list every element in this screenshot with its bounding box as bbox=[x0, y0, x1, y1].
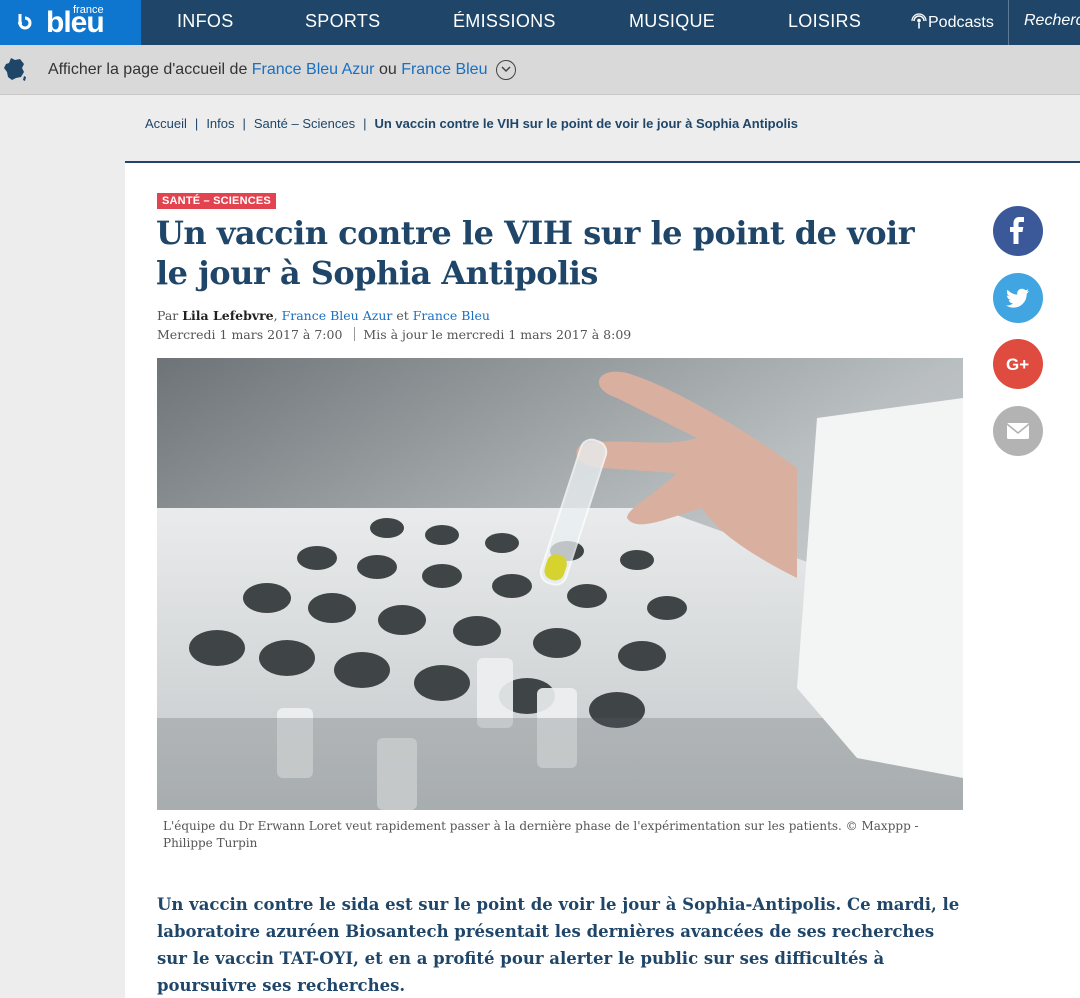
share-google-plus-button[interactable]: G+ bbox=[993, 339, 1043, 389]
article-title: Un vaccin contre le VIH sur le point de … bbox=[156, 214, 915, 292]
nav-emissions[interactable]: ÉMISSIONS bbox=[453, 11, 556, 32]
article-photo bbox=[157, 358, 963, 810]
breadcrumb-current: Un vaccin contre le VIH sur le point de … bbox=[374, 116, 799, 131]
author-name: Lila Lefebvre bbox=[182, 308, 274, 323]
podcast-icon bbox=[911, 13, 927, 29]
breadcrumb-infos[interactable]: Infos bbox=[206, 116, 234, 131]
chevron-down-icon bbox=[501, 66, 511, 73]
station-mid: ou bbox=[374, 61, 402, 78]
byline: Par Lila Lefebvre, France Bleu Azur et F… bbox=[157, 308, 490, 323]
france-bleu-logo[interactable]: france bleu bbox=[0, 0, 141, 45]
photo-caption: L'équipe du Dr Erwann Loret veut rapidem… bbox=[163, 819, 919, 850]
nav-infos[interactable]: INFOS bbox=[177, 11, 234, 32]
breadcrumb-separator: | bbox=[242, 116, 246, 131]
svg-text:G+: G+ bbox=[1006, 355, 1029, 374]
nav-sports[interactable]: SPORTS bbox=[305, 11, 381, 32]
nav-musique[interactable]: MUSIQUE bbox=[629, 11, 715, 32]
top-navigation: france bleu INFOS SPORTS ÉMISSIONS MUSIQ… bbox=[0, 0, 1080, 45]
link-station-azur[interactable]: France Bleu Azur bbox=[282, 308, 393, 323]
category-tag[interactable]: SANTÉ – SCIENCES bbox=[157, 193, 276, 209]
station-prefix: Afficher la page d'accueil de bbox=[48, 61, 252, 78]
facebook-icon bbox=[1010, 217, 1024, 244]
station-bar: Afficher la page d'accueil de France Ble… bbox=[0, 45, 1080, 95]
byline-prefix: Par bbox=[157, 308, 183, 323]
logo-text-bleu: bleu bbox=[46, 6, 105, 39]
link-station-france-bleu[interactable]: France Bleu bbox=[413, 308, 490, 323]
nav-podcasts-label: Podcasts bbox=[928, 14, 994, 31]
search-field[interactable]: Recherche bbox=[1008, 0, 1080, 45]
email-icon bbox=[1006, 423, 1030, 439]
logo-mark-icon bbox=[18, 14, 32, 30]
breadcrumb-sante-sciences[interactable]: Santé – Sciences bbox=[254, 116, 355, 131]
breadcrumb-accueil[interactable]: Accueil bbox=[145, 116, 187, 131]
twitter-icon bbox=[1006, 288, 1029, 308]
share-twitter-button[interactable] bbox=[993, 273, 1043, 323]
share-email-button[interactable] bbox=[993, 406, 1043, 456]
station-dropdown-button[interactable] bbox=[496, 60, 516, 80]
lab-photo-illustration bbox=[157, 358, 963, 810]
breadcrumb-separator: | bbox=[194, 116, 199, 131]
nav-podcasts[interactable]: Podcasts bbox=[910, 12, 994, 32]
article-card: SANTÉ – SCIENCES Un vaccin contre le VIH… bbox=[125, 161, 1080, 998]
share-facebook-button[interactable] bbox=[993, 206, 1043, 256]
google-plus-icon: G+ bbox=[1006, 355, 1029, 374]
station-text: Afficher la page d'accueil de France Ble… bbox=[48, 61, 487, 79]
breadcrumb-separator: | bbox=[363, 116, 367, 131]
breadcrumb: Accueil | Infos | Santé – Sciences | Un vaccin… bbox=[145, 116, 798, 131]
updated-date: Mis à jour le mercredi 1 mars 2017 à 8:0… bbox=[363, 327, 632, 342]
article-lead: Un vaccin contre le sida est sur le poin… bbox=[157, 895, 960, 995]
link-france-bleu[interactable]: France Bleu bbox=[401, 61, 487, 78]
article-dates: Mercredi 1 mars 2017 à 7:00 Mis à jour le… bbox=[157, 327, 631, 342]
france-map-icon bbox=[4, 58, 26, 81]
link-france-bleu-azur[interactable]: France Bleu Azur bbox=[252, 61, 375, 78]
search-placeholder: Recherche bbox=[1024, 12, 1080, 29]
date-divider bbox=[354, 327, 356, 341]
byline-and: et bbox=[392, 308, 413, 323]
published-date: Mercredi 1 mars 2017 à 7:00 bbox=[157, 327, 343, 342]
nav-loisirs[interactable]: LOISIRS bbox=[788, 11, 861, 32]
